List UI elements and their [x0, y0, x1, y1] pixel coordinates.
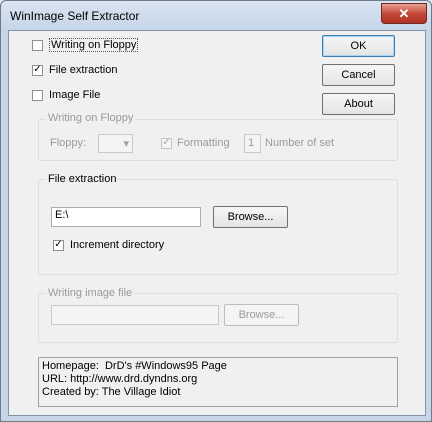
about-button[interactable]: About: [322, 93, 395, 115]
image-file-label: Image File: [49, 89, 101, 101]
image-file-group-legend: Writing image file: [46, 287, 135, 299]
increment-directory-checkbox[interactable]: ✓: [53, 239, 64, 251]
writing-on-floppy-label: Writing on Floppy: [49, 38, 139, 52]
increment-directory-option[interactable]: ✓ Increment directory: [53, 239, 164, 251]
formatting-checkbox[interactable]: ✓: [161, 137, 172, 149]
title-bar[interactable]: WinImage Self Extractor ✕: [2, 2, 430, 31]
check-icon: ✓: [54, 239, 63, 250]
info-text-box: Homepage: DrD's #Windows95 Page URL: htt…: [38, 357, 398, 407]
dialog-client-area: Writing on Floppy ✓ File extraction Imag…: [8, 30, 426, 416]
window-title: WinImage Self Extractor: [10, 9, 140, 23]
writing-on-floppy-option[interactable]: Writing on Floppy: [32, 38, 139, 52]
extraction-path-input[interactable]: E:\: [51, 207, 201, 227]
file-extraction-checkbox[interactable]: ✓: [32, 64, 43, 76]
check-icon: ✓: [162, 137, 171, 148]
file-extraction-group-legend: File extraction: [46, 173, 119, 185]
ok-button[interactable]: OK: [322, 35, 395, 57]
increment-directory-label: Increment directory: [70, 239, 165, 251]
image-path-input[interactable]: [51, 305, 219, 325]
check-icon: ✓: [33, 64, 42, 75]
close-button[interactable]: ✕: [381, 3, 427, 24]
image-file-checkbox[interactable]: [32, 89, 43, 101]
chevron-down-icon: ▾: [123, 138, 129, 150]
number-of-set-input[interactable]: 1: [244, 134, 261, 153]
image-file-option[interactable]: Image File: [32, 89, 100, 101]
floppy-label: Floppy:: [50, 137, 87, 149]
floppy-select[interactable]: ▾: [98, 134, 133, 153]
floppy-group-legend: Writing on Floppy: [46, 112, 136, 124]
dialog-window: WinImage Self Extractor ✕ Writing on Flo…: [0, 0, 432, 422]
number-of-set-label: Number of set: [265, 137, 335, 149]
formatting-option[interactable]: ✓ Formatting: [161, 137, 230, 149]
file-extraction-label: File extraction: [49, 64, 118, 76]
image-browse-button[interactable]: Browse...: [224, 304, 299, 326]
writing-on-floppy-checkbox[interactable]: [32, 39, 43, 51]
close-icon: ✕: [398, 5, 410, 21]
cancel-button[interactable]: Cancel: [322, 64, 395, 86]
extraction-browse-button[interactable]: Browse...: [213, 206, 288, 228]
formatting-label: Formatting: [177, 137, 230, 149]
file-extraction-option[interactable]: ✓ File extraction: [32, 64, 117, 76]
